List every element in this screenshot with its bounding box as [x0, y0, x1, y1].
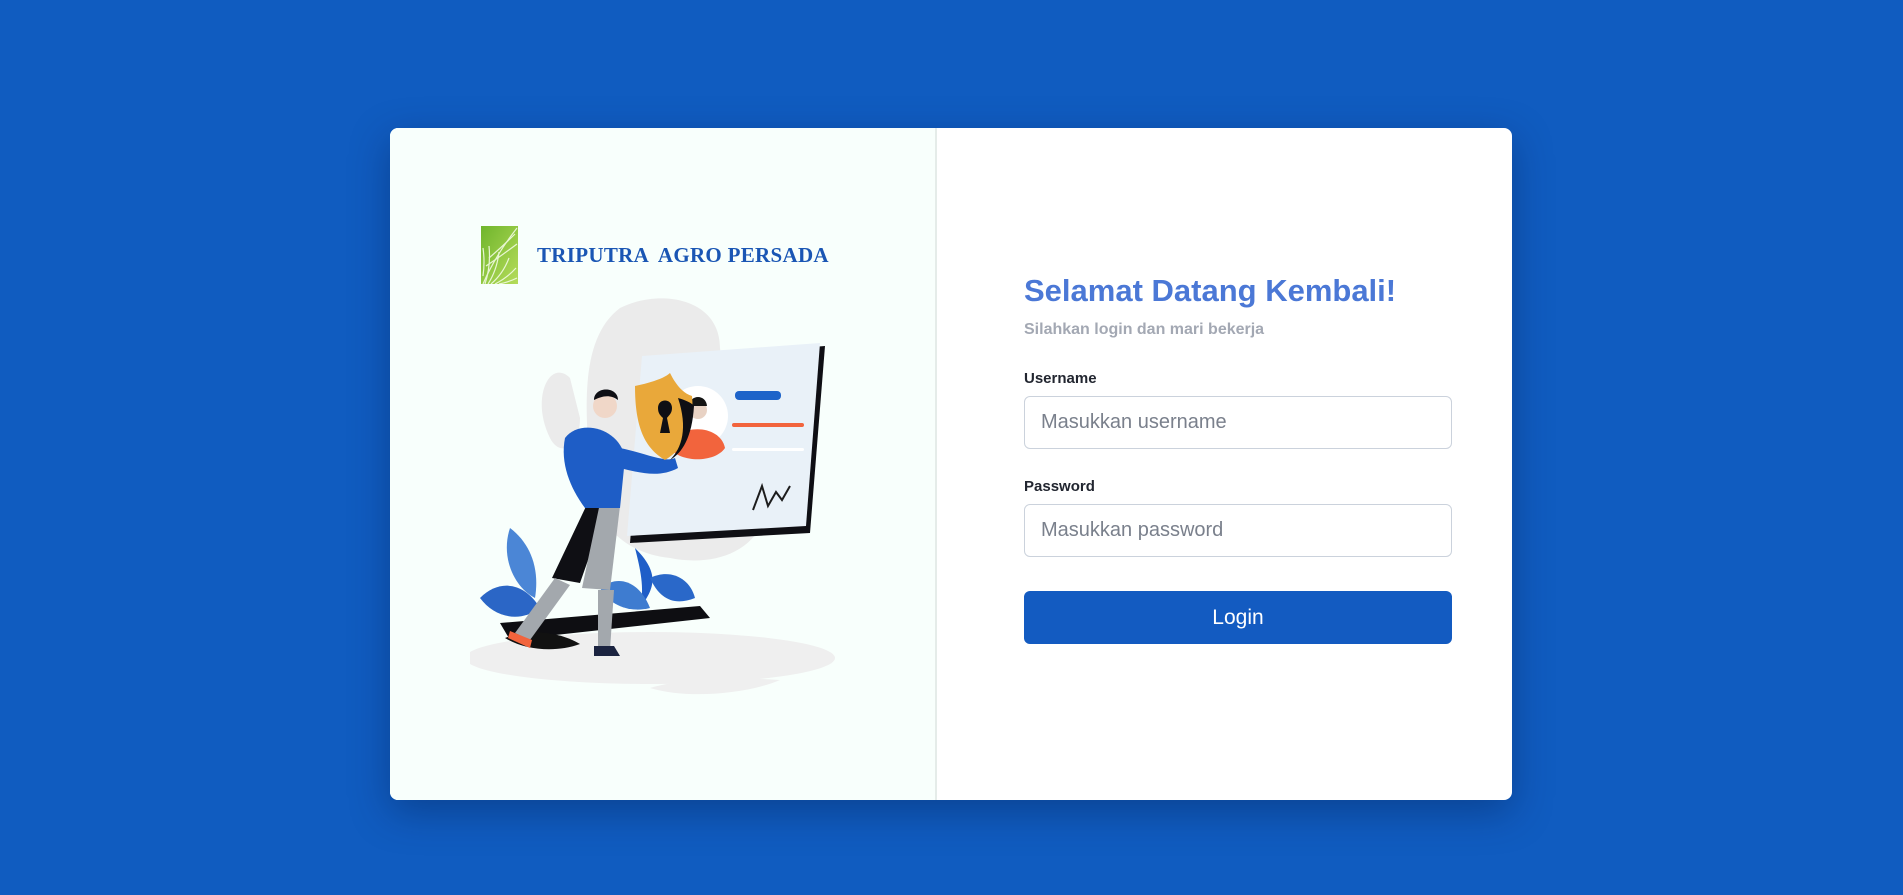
username-input[interactable]: [1024, 396, 1452, 450]
palm-leaf-icon: [481, 226, 518, 284]
welcome-subtitle: Silahkan login dan mari bekerja: [1024, 321, 1265, 339]
password-input[interactable]: [1024, 504, 1452, 558]
password-label: Password: [1024, 478, 1095, 496]
company-name: TRIPUTRA AGRO PERSADA: [537, 242, 829, 267]
login-form: Selamat Datang Kembali! Silahkan login d…: [1024, 272, 1452, 645]
secure-identity-illustration: [470, 298, 835, 695]
username-label: Username: [1024, 370, 1097, 388]
login-button[interactable]: Login: [1024, 591, 1452, 645]
brand-panel: TRIPUTRA AGRO PERSADA: [390, 128, 937, 800]
company-logo: TRIPUTRA AGRO PERSADA: [481, 226, 829, 284]
login-card: TRIPUTRA AGRO PERSADA Selamat Datang Kem…: [390, 128, 1512, 800]
welcome-title: Selamat Datang Kembali!: [1024, 273, 1397, 308]
login-panel: Selamat Datang Kembali! Silahkan login d…: [937, 128, 1512, 800]
